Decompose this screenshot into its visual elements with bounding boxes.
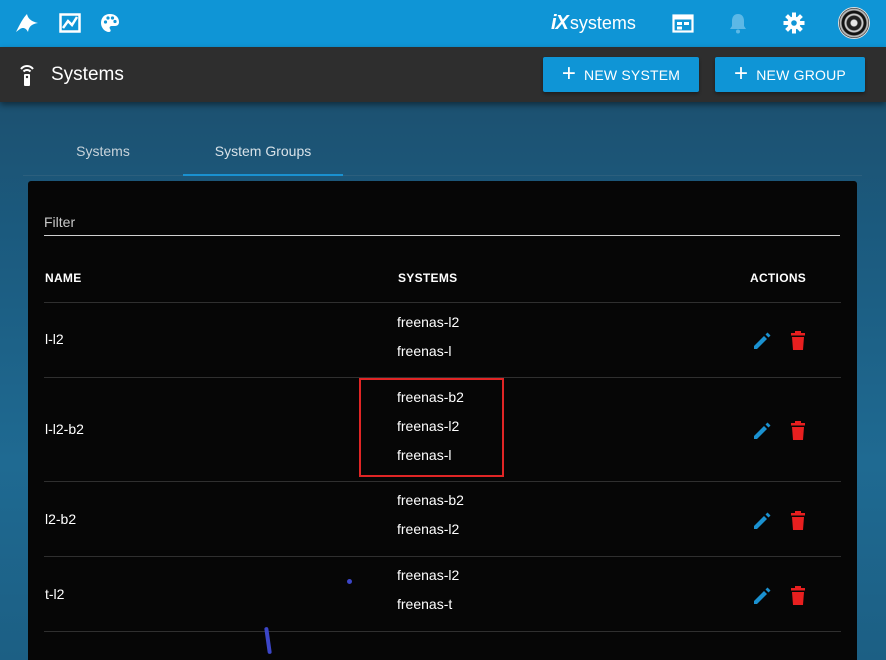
calendar-icon[interactable] bbox=[670, 10, 696, 36]
top-bar: iX systems bbox=[0, 0, 886, 47]
system-entry: freenas-t bbox=[397, 596, 453, 612]
system-entry: freenas-l2 bbox=[397, 567, 460, 583]
edit-pencil-icon[interactable] bbox=[751, 420, 773, 442]
reports-icon[interactable] bbox=[57, 10, 83, 36]
filter-underline bbox=[44, 235, 840, 236]
delete-trash-icon[interactable] bbox=[787, 585, 809, 607]
edit-pencil-icon[interactable] bbox=[751, 510, 773, 532]
freenas-logo-icon[interactable] bbox=[14, 10, 40, 36]
edit-pencil-icon[interactable] bbox=[751, 585, 773, 607]
notifications-bell-icon[interactable] bbox=[725, 10, 751, 36]
column-header-systems: SYSTEMS bbox=[398, 271, 458, 285]
brand-text: systems bbox=[569, 12, 636, 33]
page-title: Systems bbox=[51, 64, 124, 85]
new-group-label: NEW GROUP bbox=[756, 66, 846, 83]
delete-trash-icon[interactable] bbox=[787, 330, 809, 352]
theme-palette-icon[interactable] bbox=[97, 10, 123, 36]
tab-systems[interactable]: Systems bbox=[23, 126, 183, 176]
table-row: l2-b2 freenas-b2 freenas-l2 bbox=[28, 482, 857, 556]
group-name: l-l2 bbox=[45, 331, 64, 347]
highlight-annotation-box bbox=[359, 378, 504, 477]
delete-trash-icon[interactable] bbox=[787, 510, 809, 532]
group-name: l2-b2 bbox=[45, 511, 77, 527]
row-divider bbox=[44, 631, 841, 632]
table-row: l-l2 freenas-l2 freenas-l bbox=[28, 303, 857, 377]
filter-input[interactable]: Filter bbox=[44, 214, 75, 230]
tab-bar: Systems System Groups bbox=[23, 126, 862, 176]
page-header: Systems + NEW SYSTEM + NEW GROUP bbox=[0, 47, 886, 102]
system-groups-card: Filter NAME SYSTEMS ACTIONS l-l2 freenas… bbox=[28, 181, 857, 660]
group-name: l-l2-b2 bbox=[45, 421, 84, 437]
new-system-button[interactable]: + NEW SYSTEM bbox=[543, 57, 699, 92]
tab-system-groups[interactable]: System Groups bbox=[183, 126, 343, 176]
new-system-label: NEW SYSTEM bbox=[584, 66, 681, 83]
systems-remote-icon bbox=[17, 63, 37, 87]
edit-pencil-icon[interactable] bbox=[751, 330, 773, 352]
column-header-name[interactable]: NAME bbox=[45, 271, 82, 285]
system-entry: freenas-l bbox=[397, 343, 452, 359]
brand-mark: iX bbox=[551, 11, 569, 34]
new-group-button[interactable]: + NEW GROUP bbox=[715, 57, 865, 92]
system-entry: freenas-b2 bbox=[397, 492, 464, 508]
system-entry: freenas-l2 bbox=[397, 521, 460, 537]
ixsystems-logo[interactable]: iX systems bbox=[551, 10, 636, 36]
plus-icon: + bbox=[734, 59, 749, 87]
table-row: t-l2 freenas-l2 freenas-t bbox=[28, 557, 857, 631]
user-avatar[interactable] bbox=[838, 7, 870, 39]
delete-trash-icon[interactable] bbox=[787, 420, 809, 442]
group-name: t-l2 bbox=[45, 586, 65, 602]
annotation-dot bbox=[347, 579, 352, 584]
system-entry: freenas-l2 bbox=[397, 314, 460, 330]
settings-gear-icon[interactable] bbox=[781, 10, 807, 36]
plus-icon: + bbox=[561, 59, 577, 87]
column-header-actions: ACTIONS bbox=[750, 271, 807, 285]
